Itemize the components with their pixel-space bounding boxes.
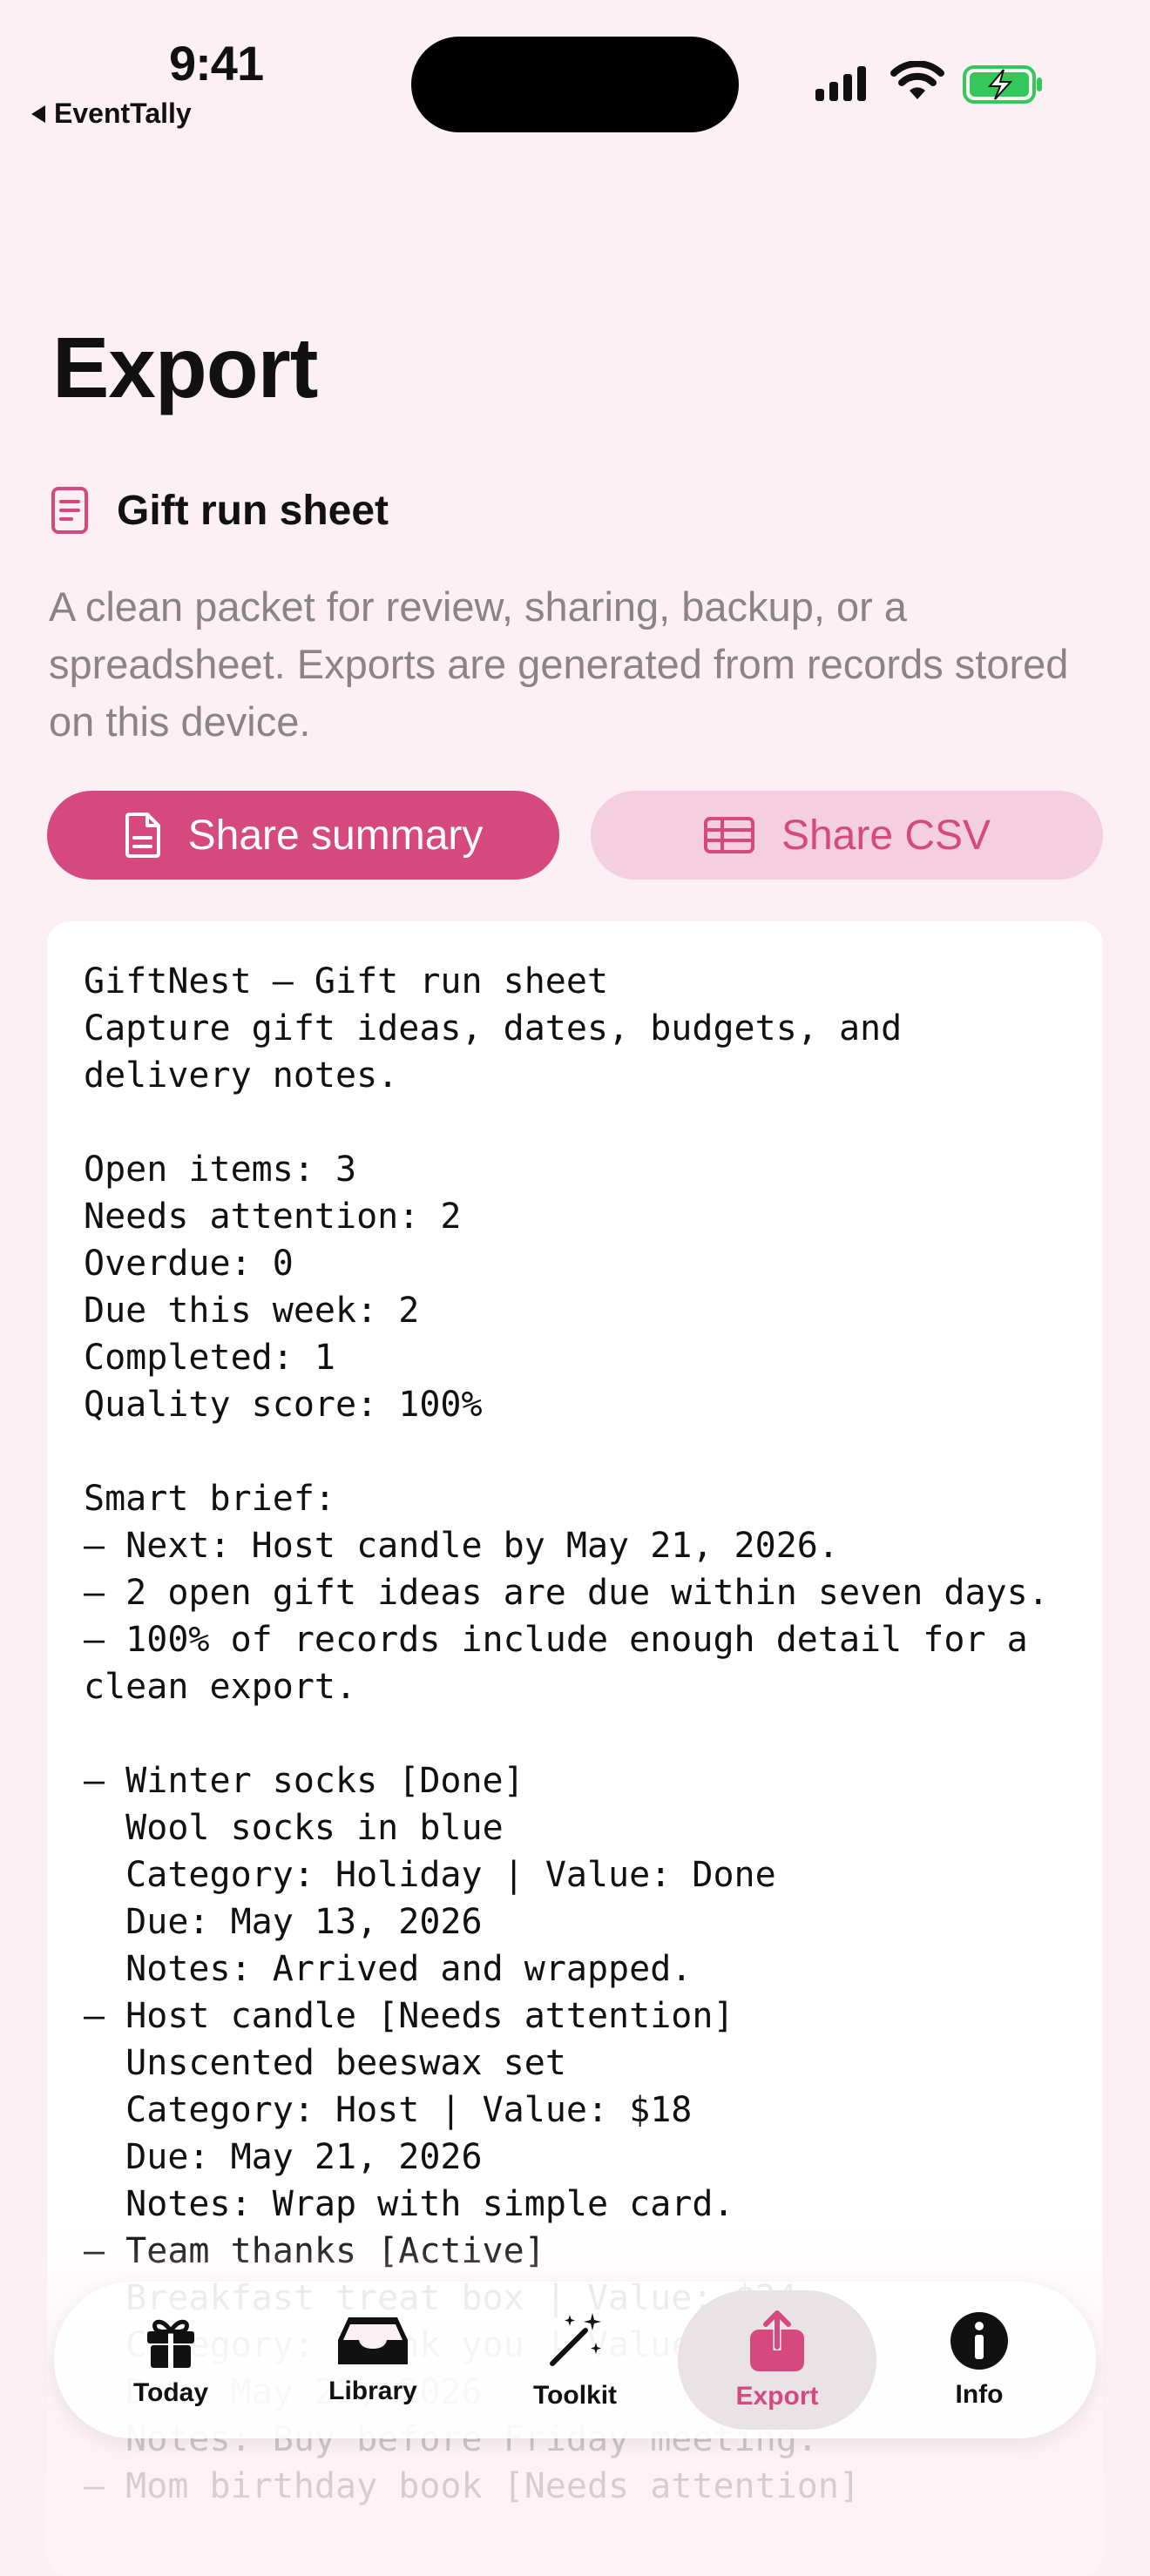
share-icon	[750, 2310, 804, 2371]
gift-icon	[147, 2319, 194, 2368]
share-csv-label: Share CSV	[781, 812, 991, 859]
section-title: Gift run sheet	[117, 487, 389, 534]
status-time: 9:41	[169, 36, 264, 91]
cellular-signal-icon	[815, 64, 866, 101]
tab-bar: Today Library Toolkit Export Info	[54, 2282, 1096, 2438]
section-header: Gift run sheet	[51, 486, 389, 535]
tab-today[interactable]: Today	[71, 2290, 270, 2430]
document-icon	[125, 813, 160, 858]
info-icon	[950, 2312, 1008, 2370]
page-title: Export	[52, 320, 318, 415]
tab-toolkit[interactable]: Toolkit	[476, 2290, 674, 2430]
tab-library[interactable]: Library	[274, 2290, 472, 2430]
document-icon	[51, 487, 88, 534]
tab-info[interactable]: Info	[880, 2290, 1079, 2430]
wifi-icon	[890, 61, 944, 99]
battery-charging-icon	[963, 65, 1042, 104]
tab-label: Info	[955, 2380, 1004, 2409]
tab-label: Today	[132, 2378, 209, 2407]
table-icon	[703, 817, 754, 853]
tab-label: Library	[328, 2377, 417, 2405]
share-summary-label: Share summary	[187, 812, 484, 859]
tab-label: Export	[735, 2382, 819, 2411]
back-to-app-link[interactable]: EventTally	[31, 98, 192, 130]
tab-export[interactable]: Export	[678, 2290, 876, 2430]
share-csv-button[interactable]: Share CSV	[591, 791, 1103, 880]
tray-icon	[338, 2317, 408, 2364]
share-summary-button[interactable]: Share summary	[47, 791, 559, 880]
section-description: A clean packet for review, sharing, back…	[49, 583, 1069, 745]
back-arrow-icon	[31, 105, 45, 123]
dynamic-island	[411, 37, 739, 132]
back-app-label: EventTally	[54, 98, 192, 129]
magic-wand-icon	[550, 2313, 601, 2366]
tab-label: Toolkit	[532, 2381, 618, 2410]
